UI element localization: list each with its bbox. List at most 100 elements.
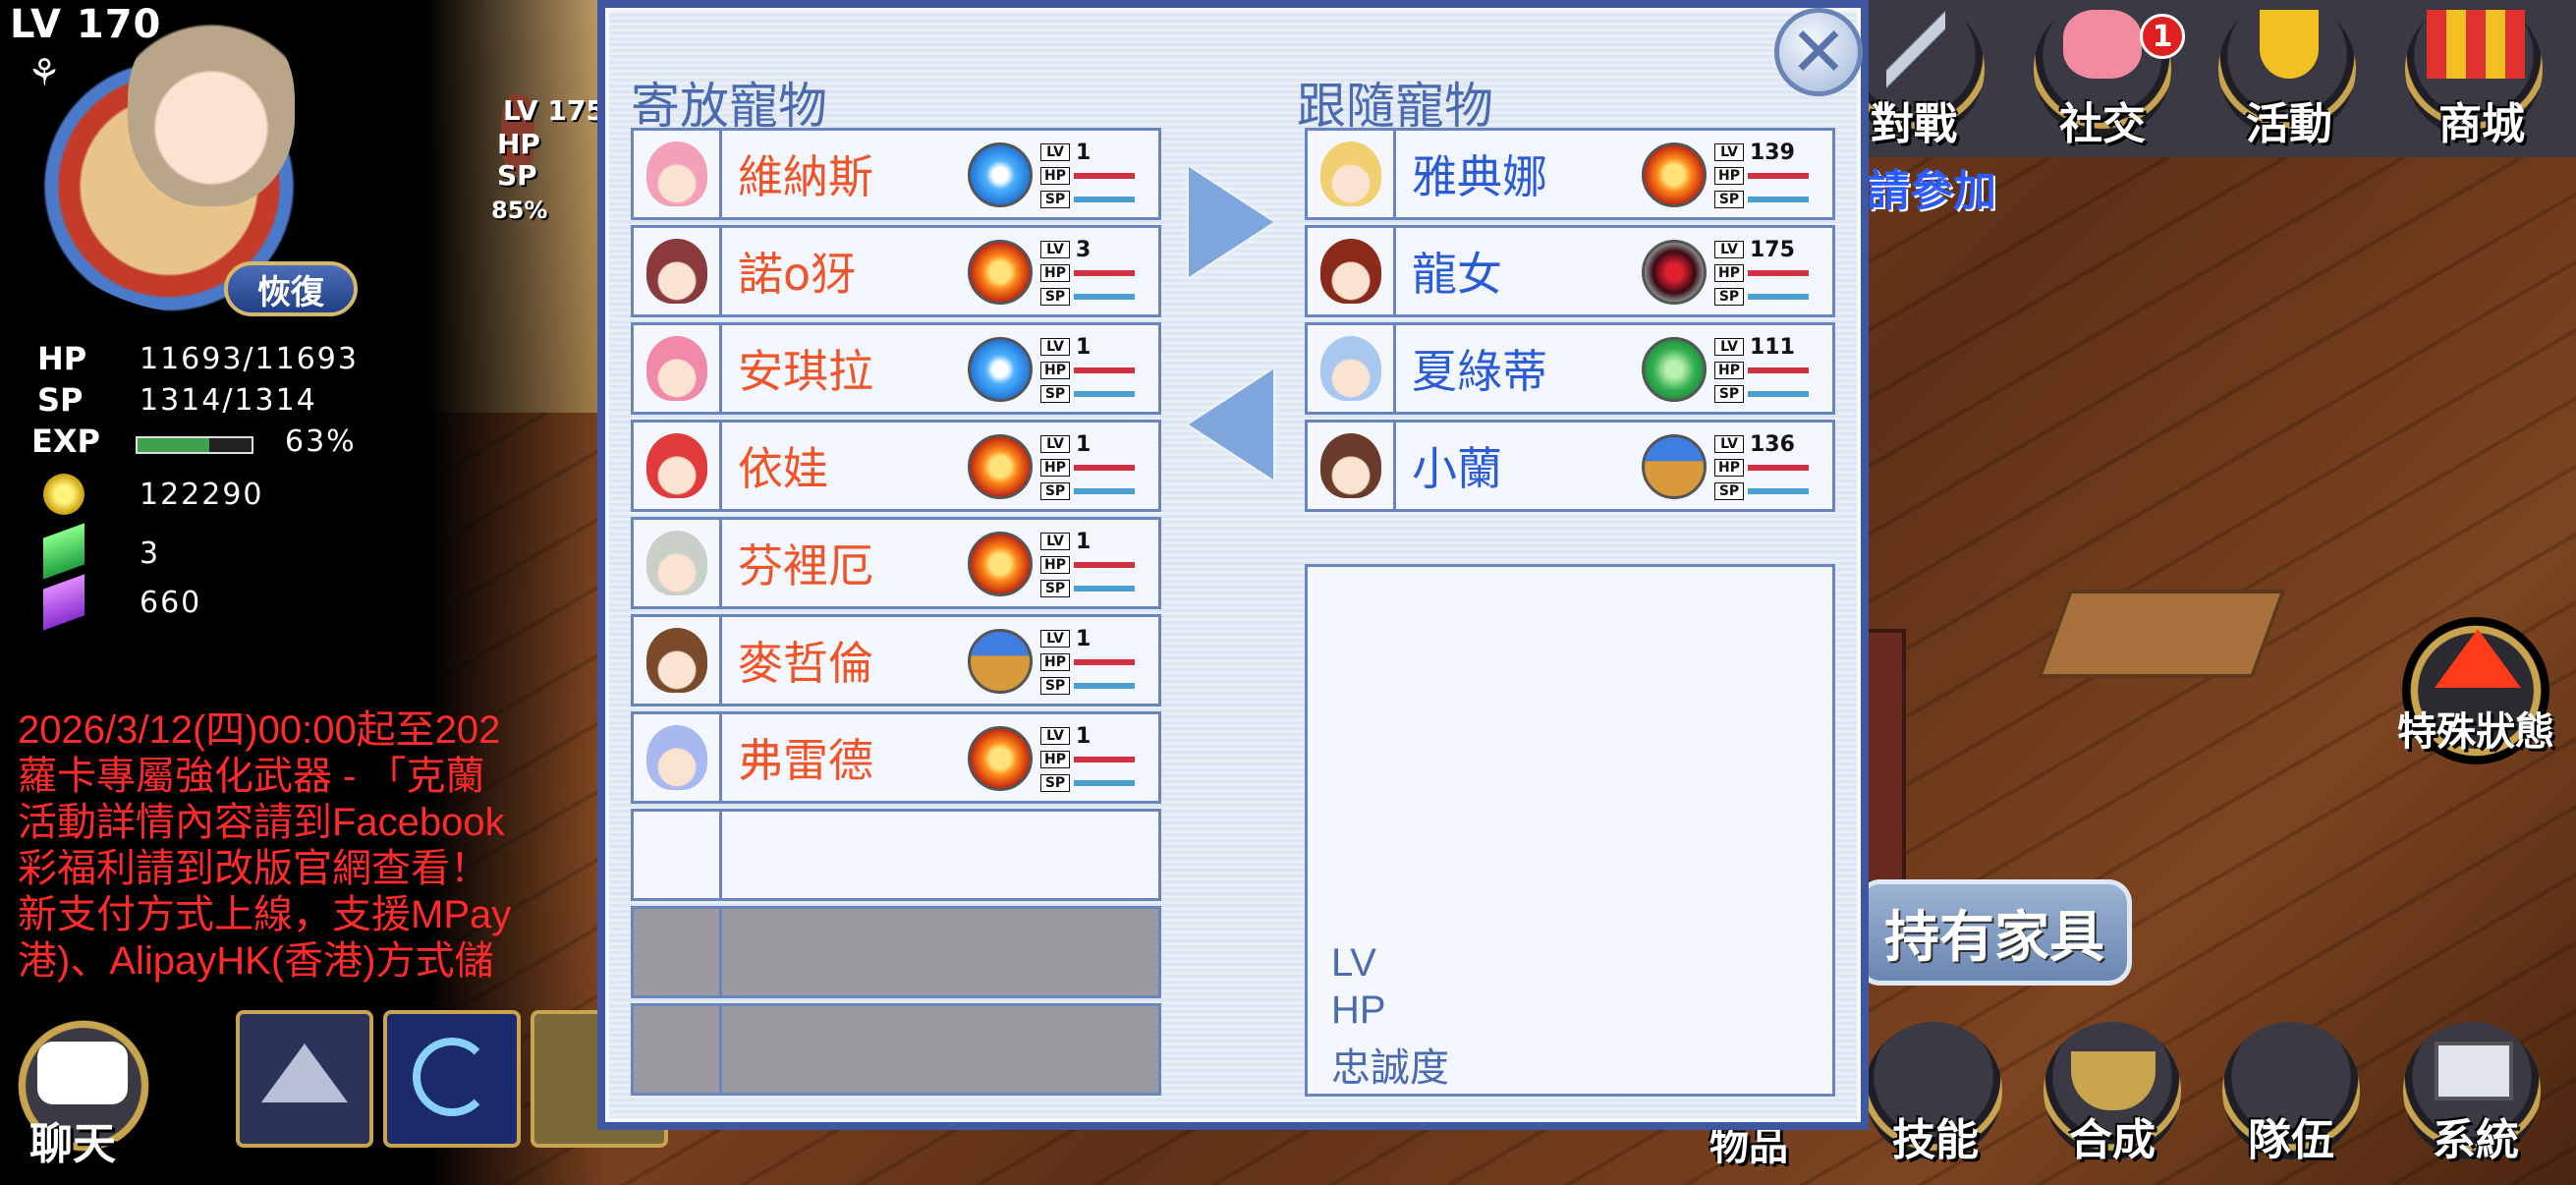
pet-sp-bar (1074, 488, 1135, 494)
pet-sp-tag: SP (1040, 580, 1070, 597)
announcement-line: 2026/3/12(四)00:00起至202 (18, 708, 501, 752)
pet-hp-tag: HP (1040, 556, 1070, 574)
class-emblem-icon: ⚘ (28, 51, 62, 94)
stored-pet-slot[interactable]: 諾o犽 LV 3 HP SP (631, 225, 1161, 317)
party-member-level: LV 175 (503, 94, 605, 127)
pet-level: 1 (1076, 529, 1092, 554)
pet-name: 小蘭 (1412, 442, 1502, 495)
stored-pet-list: 維納斯 LV 1 HP SP 諾o犽 LV 3 HP SP 安琪拉 LV 1 HP SP 依娃 LV 1 HP SP 芬… (631, 128, 1161, 1100)
info-lv-label: LV (1331, 941, 1376, 985)
crossed-swords-icon (1886, 10, 1945, 98)
pet-lv-tag: LV (1040, 143, 1070, 161)
pet-lv-tag: LV (1040, 435, 1070, 453)
exp-label: EXP (31, 423, 100, 460)
special-status-label: 特殊狀態 (2397, 709, 2554, 755)
stored-pet-slot[interactable]: 維納斯 LV 1 HP SP (631, 128, 1161, 220)
pet-face-icon (645, 433, 707, 498)
ice-element-icon (968, 142, 1033, 207)
stored-pet-slot[interactable]: 安琪拉 LV 1 HP SP (631, 322, 1161, 415)
hotbar-slot-pyramid[interactable] (236, 1010, 373, 1148)
hp-value: 11693/11693 (140, 342, 359, 376)
fire-element-icon (968, 726, 1033, 791)
pet-portrait (634, 423, 722, 509)
pet-hp-bar (1074, 367, 1135, 373)
workbench-table[interactable] (2037, 590, 2286, 678)
sp-label: SP (37, 381, 84, 419)
pet-stat-bars: LV 111 HP SP (1707, 325, 1809, 412)
close-button[interactable]: ✕ (1774, 8, 1863, 96)
pet-portrait (634, 131, 722, 217)
player-level-value: 170 (76, 2, 162, 47)
pet-portrait (634, 228, 722, 314)
pet-level: 3 (1076, 237, 1092, 262)
hp-label: HP (37, 340, 87, 377)
pet-hp-tag: HP (1714, 459, 1744, 477)
pet-sp-tag: SP (1714, 482, 1744, 500)
pet-hp-bar (1748, 173, 1809, 179)
game-screen: { "player": { "level_label": "LV", "leve… (0, 0, 2576, 1185)
stored-pet-slot[interactable]: 麥哲倫 LV 1 HP SP (631, 614, 1161, 706)
pyramid-icon (261, 1044, 348, 1102)
stored-pet-slot[interactable]: 依娃 LV 1 HP SP (631, 420, 1161, 512)
craft-label: 合成 (2069, 1115, 2156, 1165)
follow-pet-slot[interactable]: 小蘭 LV 136 HP SP (1305, 420, 1835, 512)
move-to-storage-arrow-icon[interactable] (1189, 369, 1273, 480)
pet-sp-bar (1074, 294, 1135, 300)
pet-sp-bar (1074, 780, 1135, 786)
recover-button[interactable]: 恢復 (224, 261, 358, 316)
follow-pet-slot[interactable]: 龍女 LV 175 HP SP (1305, 225, 1835, 317)
pet-portrait (1308, 131, 1396, 217)
pet-portrait (634, 617, 722, 704)
pet-face-icon (1319, 433, 1381, 498)
pet-hp-tag: HP (1714, 167, 1744, 185)
system-label: 系統 (2433, 1115, 2519, 1165)
party-sp-label: SP (497, 159, 537, 192)
pet-stat-bars: LV 1 HP SP (1033, 423, 1135, 509)
dragon-icon (413, 1038, 491, 1116)
join-prompt[interactable]: 請參加 (1867, 155, 1996, 218)
stored-pet-slot[interactable]: 弗雷德 LV 1 HP SP (631, 711, 1161, 804)
pet-stat-bars: LV 1 HP SP (1033, 714, 1135, 801)
move-to-follow-arrow-icon[interactable] (1189, 167, 1273, 277)
pet-face-icon (645, 239, 707, 304)
stored-pet-slot[interactable]: 芬裡厄 LV 1 HP SP (631, 517, 1161, 609)
skill-label: 技能 (1892, 1115, 1979, 1165)
monitor-icon (2435, 1042, 2513, 1100)
pet-level: 111 (1750, 334, 1795, 360)
pet-portrait (1308, 228, 1396, 314)
pet-stat-bars: LV 3 HP SP (1033, 228, 1135, 314)
wind-element-icon (1642, 337, 1707, 402)
follow-pet-slot[interactable]: 夏綠蒂 LV 111 HP SP (1305, 322, 1835, 415)
pet-sp-tag: SP (1040, 288, 1070, 306)
pet-face-icon (645, 725, 707, 790)
announcement-line: 蘿卡專屬強化武器 - 「克蘭 (18, 755, 485, 798)
fire-element-icon (968, 434, 1033, 499)
heart-icon (2063, 10, 2142, 79)
info-loyalty-label: 忠誠度 (1331, 1046, 1449, 1090)
exp-bar (136, 436, 253, 454)
pet-sp-tag: SP (1040, 385, 1070, 403)
pet-name: 維納斯 (738, 150, 873, 203)
pet-sp-bar (1074, 197, 1135, 202)
pet-name: 依娃 (738, 442, 828, 495)
pet-hp-bar (1748, 465, 1809, 471)
gold-coin-icon (43, 474, 84, 515)
ice-element-icon (968, 337, 1033, 402)
empty-pet-slot[interactable] (631, 809, 1161, 901)
pet-name: 麥哲倫 (738, 637, 873, 690)
pet-portrait (634, 1006, 722, 1093)
follow-pet-slot[interactable]: 雅典娜 LV 139 HP SP (1305, 128, 1835, 220)
owned-furniture-button[interactable]: 持有家具 (1857, 879, 2132, 986)
pet-stat-bars: LV 1 HP SP (1033, 131, 1135, 217)
social-notification-badge: 1 (2140, 14, 2185, 59)
pet-hp-tag: HP (1040, 459, 1070, 477)
pet-hp-bar (1748, 270, 1809, 276)
pet-lv-tag: LV (1040, 533, 1070, 550)
shop-label: 商城 (2438, 99, 2525, 149)
pet-face-icon (645, 531, 707, 595)
pet-level: 136 (1750, 431, 1795, 457)
pet-sp-bar (1748, 488, 1809, 494)
hotbar-slot-dragon[interactable] (383, 1010, 521, 1148)
social-label: 社交 (2059, 99, 2146, 149)
pet-lv-tag: LV (1040, 727, 1070, 745)
